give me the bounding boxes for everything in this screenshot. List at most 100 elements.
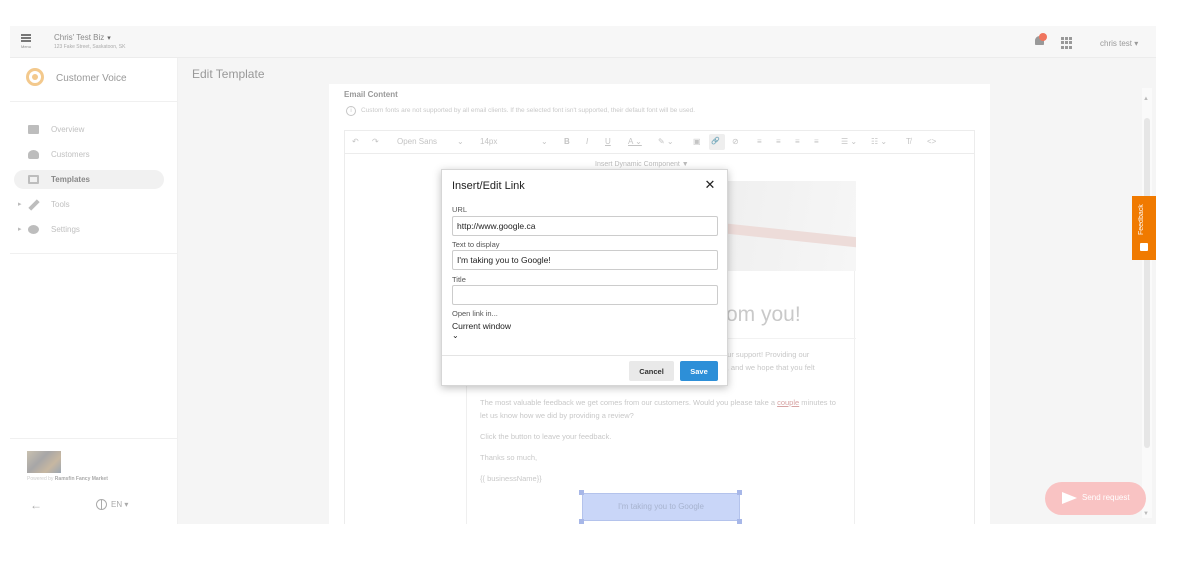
email-paragraph-fragment: s, and we hope that you felt	[723, 363, 815, 372]
sidebar-item-label: Tools	[51, 200, 70, 209]
send-request-label: Send request	[1082, 493, 1130, 502]
dialog-title: Insert/Edit Link	[452, 180, 525, 192]
divider	[442, 355, 727, 356]
text-to-display-label: Text to display	[452, 240, 500, 249]
templates-icon	[28, 175, 39, 184]
chevron-down-icon: ⌄	[457, 137, 464, 146]
sidebar-item-label: Overview	[51, 125, 85, 134]
insert-edit-link-dialog: Insert/Edit Link ✕ URL Text to display T…	[441, 169, 728, 386]
user-name: chris test	[1100, 39, 1133, 48]
sidebar-item-overview[interactable]: Overview	[14, 120, 164, 139]
caret-down-icon: ▾	[1134, 39, 1139, 48]
sidebar-item-customers[interactable]: Customers	[14, 145, 164, 164]
sidebar-item-templates[interactable]: Templates	[14, 170, 164, 189]
divider	[10, 101, 178, 102]
sidebar: Customer Voice Overview Customers Templa…	[10, 58, 178, 524]
app-root: Menu Chris' Test Biz ▾ 123 Fake Street, S…	[0, 0, 1194, 567]
resize-handle[interactable]	[579, 490, 584, 495]
align-center-icon[interactable]: ≡	[776, 137, 781, 146]
send-icon	[1062, 492, 1077, 504]
sidebar-item-label: Customers	[51, 150, 90, 159]
title-input[interactable]	[452, 285, 718, 305]
open-link-in-select[interactable]: Current window	[452, 321, 511, 331]
send-request-button[interactable]: Send request	[1045, 482, 1146, 515]
font-size-select[interactable]: 14px	[480, 137, 497, 146]
customer-voice-logo-icon	[26, 68, 44, 86]
cancel-button[interactable]: Cancel	[629, 361, 674, 381]
powered-prefix: Powered by	[27, 476, 54, 482]
page-title: Edit Template	[192, 67, 265, 81]
feedback-tab[interactable]: Feedback	[1132, 196, 1156, 260]
undo-icon[interactable]: ↶	[352, 137, 359, 146]
gear-icon	[28, 225, 39, 234]
clear-format-icon[interactable]: T̸	[906, 137, 911, 146]
business-switcher[interactable]: Chris' Test Biz ▾	[54, 33, 111, 42]
divider	[10, 253, 178, 254]
top-bar: Menu Chris' Test Biz ▾ 123 Fake Street, S…	[10, 26, 1156, 58]
link-text[interactable]: couple	[777, 398, 799, 407]
expand-arrow-icon: ▸	[18, 201, 22, 208]
resize-handle[interactable]	[737, 519, 742, 524]
scroll-up-arrow-icon[interactable]: ▲	[1143, 96, 1149, 102]
language-select[interactable]: EN ▾	[111, 500, 128, 509]
menu-label: Menu	[20, 44, 31, 49]
redo-icon[interactable]: ↷	[372, 137, 379, 146]
unlink-icon[interactable]: ⊘	[732, 137, 739, 146]
text: The most valuable feedback we get comes …	[480, 398, 778, 407]
email-paragraph: The most valuable feedback we get comes …	[480, 396, 840, 422]
section-title: Email Content	[344, 90, 398, 99]
sidebar-item-label: Settings	[51, 225, 80, 234]
notification-dot	[1039, 33, 1047, 41]
italic-button[interactable]: I	[586, 137, 588, 146]
hamburger-icon	[21, 34, 31, 42]
email-heading: rom you!	[719, 303, 801, 326]
email-signature: {{ businessName}}	[480, 474, 542, 483]
align-justify-icon[interactable]: ≡	[814, 137, 819, 146]
font-info-text: Custom fonts are not supported by all em…	[361, 107, 696, 114]
bold-button[interactable]: B	[564, 137, 570, 146]
email-cta-label: I'm taking you to Google	[617, 502, 705, 511]
scrollbar-thumb[interactable]	[1144, 118, 1150, 448]
link-icon[interactable]: 🔗	[711, 137, 720, 145]
feedback-icon	[1140, 243, 1148, 251]
feedback-label: Feedback	[1138, 204, 1145, 236]
image-icon[interactable]: ▣	[693, 137, 701, 146]
powered-business: Ramsfin Fancy Market	[54, 476, 108, 482]
sidebar-item-label: Templates	[51, 175, 90, 184]
text-color-button[interactable]: A ⌄	[628, 137, 642, 146]
collapse-arrow-icon[interactable]: ←	[30, 498, 42, 512]
wrench-icon	[28, 199, 40, 211]
email-cta-button[interactable]: I'm taking you to Google	[582, 493, 740, 521]
overview-icon	[28, 125, 39, 134]
align-right-icon[interactable]: ≡	[795, 137, 800, 146]
email-paragraph: Click the button to leave your feedback.	[480, 432, 612, 441]
divider	[10, 438, 178, 439]
user-menu[interactable]: chris test ▾	[1100, 39, 1138, 48]
numbered-list-button[interactable]: ☷ ⌄	[871, 137, 887, 146]
text-to-display-input[interactable]	[452, 250, 718, 270]
highlight-color-button[interactable]: ✎ ⌄	[658, 137, 674, 146]
email-paragraph: Thanks so much,	[480, 453, 538, 462]
url-input[interactable]	[452, 216, 718, 236]
underline-button[interactable]: U	[605, 137, 611, 146]
close-icon[interactable]: ✕	[702, 177, 718, 193]
insert-dynamic-component-button[interactable]: Insert Dynamic Component ▼	[595, 161, 689, 168]
notification-bell-icon[interactable]	[1034, 33, 1047, 46]
chevron-down-icon[interactable]: ⌄	[452, 332, 460, 340]
resize-handle[interactable]	[737, 490, 742, 495]
sidebar-item-settings[interactable]: ▸ Settings	[14, 220, 164, 239]
menu-icon[interactable]: Menu	[19, 34, 33, 52]
info-icon: i	[346, 106, 356, 116]
sidebar-item-tools[interactable]: ▸ Tools	[14, 195, 164, 214]
editor-toolbar: ↶ ↷ Open Sans ⌄ 14px ⌄ B I U A ⌄ ✎ ⌄ ▣ 🔗…	[344, 130, 975, 154]
font-family-select[interactable]: Open Sans	[397, 137, 437, 146]
source-code-icon[interactable]: <>	[927, 137, 936, 146]
scroll-down-arrow-icon[interactable]: ▼	[1143, 511, 1149, 517]
scrollbar[interactable]: ▲ ▼	[1142, 88, 1152, 518]
apps-grid-icon[interactable]	[1061, 37, 1073, 49]
bullet-list-button[interactable]: ☰ ⌄	[841, 137, 857, 146]
align-left-icon[interactable]: ≡	[757, 137, 762, 146]
caret-down-icon: ▾	[107, 35, 111, 42]
resize-handle[interactable]	[579, 519, 584, 524]
save-button[interactable]: Save	[680, 361, 718, 381]
